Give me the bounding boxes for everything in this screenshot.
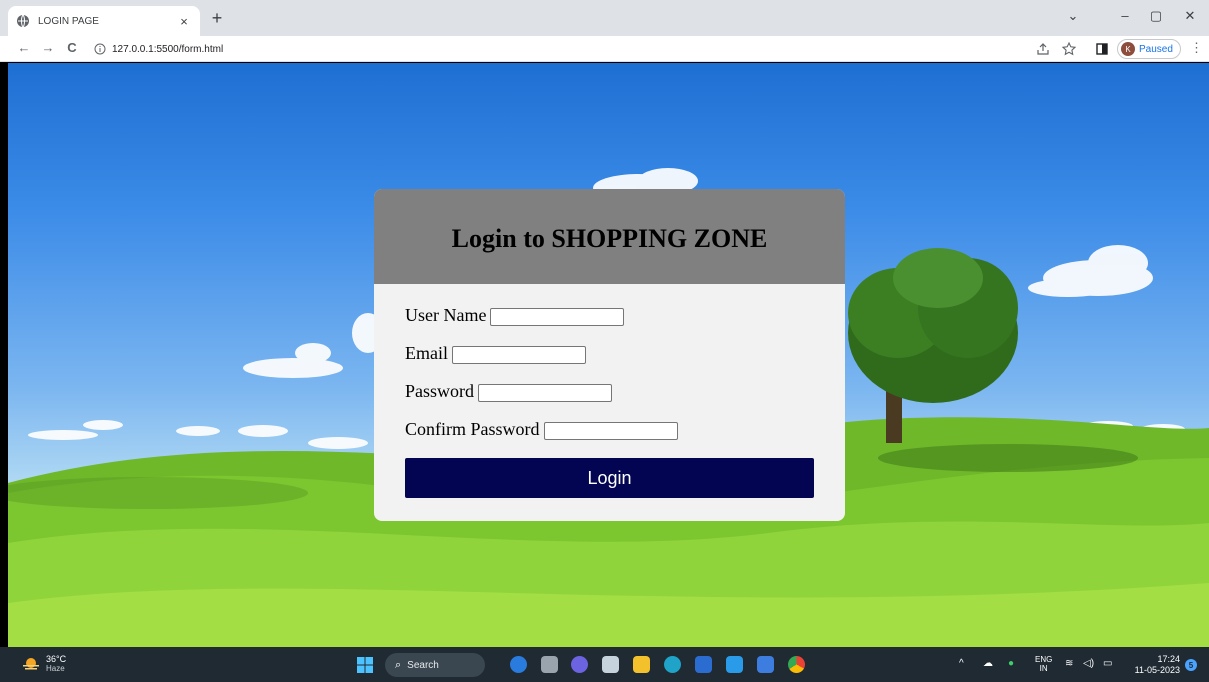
task-view-icon[interactable]: [541, 656, 558, 673]
windows-start-icon[interactable]: [357, 657, 373, 673]
confirm-password-label: Confirm Password: [405, 418, 540, 439]
info-icon[interactable]: [94, 43, 106, 55]
share-icon[interactable]: [1035, 41, 1051, 57]
minimize-button[interactable]: –: [1115, 8, 1135, 23]
url-text: 127.0.0.1:5500/form.html: [112, 43, 224, 55]
close-window-button[interactable]: ✕: [1180, 8, 1200, 24]
profile-status: Paused: [1139, 43, 1173, 55]
battery-icon[interactable]: ▭: [1103, 658, 1112, 670]
haze-sun-icon: [23, 658, 39, 670]
bookmark-star-icon[interactable]: [1061, 41, 1077, 57]
file-explorer-icon[interactable]: [633, 656, 650, 673]
login-form: User Name Email Password Confirm Passwor…: [374, 284, 845, 498]
onedrive-cloud-icon[interactable]: ☁: [983, 658, 993, 670]
password-label: Password: [405, 380, 475, 401]
browser-tab[interactable]: LOGIN PAGE ×: [8, 6, 200, 36]
weather-condition: Haze: [46, 664, 65, 673]
password-row: Password: [405, 372, 814, 410]
side-panel-icon[interactable]: [1094, 41, 1110, 57]
login-header: Login to SHOPPING ZONE: [374, 189, 845, 284]
word-app-icon[interactable]: [695, 656, 712, 673]
vscode-app-icon[interactable]: [726, 656, 743, 673]
username-input[interactable]: [490, 308, 625, 326]
login-button[interactable]: Login: [405, 458, 814, 498]
page-title: Login to SHOPPING ZONE: [451, 223, 768, 253]
confirm-password-row: Confirm Password: [405, 410, 814, 448]
back-button[interactable]: ←: [16, 40, 32, 56]
chrome-app-icon[interactable]: [788, 656, 805, 673]
tab-title: LOGIN PAGE: [38, 15, 99, 27]
clock-date: 11-05-2023: [1134, 665, 1180, 675]
tab-strip: LOGIN PAGE × + ⌄ – ▢ ✕: [0, 0, 1209, 36]
bing-app-icon[interactable]: [510, 656, 527, 673]
taskbar-clock[interactable]: 17:24 11-05-2023: [1128, 654, 1180, 676]
email-label: Email: [405, 342, 448, 363]
globe-icon: [17, 14, 29, 28]
page-viewport: Login to SHOPPING ZONE User Name Email P…: [8, 63, 1209, 647]
profile-button[interactable]: K Paused: [1117, 39, 1181, 59]
login-card: Login to SHOPPING ZONE User Name Email P…: [374, 189, 845, 521]
tab-search-icon[interactable]: ⌄: [1063, 8, 1083, 24]
taskbar: 36°C Haze ⌕ Search ^ ☁ ● ENG IN ≋ ◁) ▭ 1…: [0, 647, 1209, 682]
username-row: User Name: [405, 296, 814, 334]
edge-browser-icon[interactable]: [664, 656, 681, 673]
notepad-app-icon[interactable]: [757, 656, 774, 673]
notification-badge[interactable]: 5: [1185, 659, 1197, 671]
new-tab-button[interactable]: +: [207, 9, 227, 27]
search-label: Search: [407, 659, 439, 671]
confirm-password-input[interactable]: [543, 422, 678, 440]
volume-icon[interactable]: ◁): [1083, 658, 1094, 670]
address-bar[interactable]: 127.0.0.1:5500/form.html: [94, 39, 1026, 59]
email-row: Email: [405, 334, 814, 372]
tab-close-icon[interactable]: ×: [176, 14, 192, 29]
username-label: User Name: [405, 304, 487, 325]
reload-button[interactable]: C: [64, 40, 80, 56]
search-icon: ⌕: [395, 658, 402, 671]
security-shield-icon[interactable]: ●: [1008, 658, 1014, 670]
password-input[interactable]: [478, 384, 613, 402]
weather-widget[interactable]: 36°C Haze: [22, 655, 66, 673]
teams-chat-icon[interactable]: [571, 656, 588, 673]
restore-button[interactable]: ▢: [1146, 8, 1166, 24]
taskbar-search[interactable]: ⌕ Search: [385, 653, 485, 677]
wifi-icon[interactable]: ≋: [1065, 658, 1073, 670]
language-bottom: IN: [1039, 664, 1048, 673]
language-indicator[interactable]: ENG IN: [1035, 655, 1052, 673]
show-hidden-icons-icon[interactable]: ^: [959, 658, 964, 670]
forward-button[interactable]: →: [40, 40, 56, 56]
clock-time: 17:24: [1157, 654, 1180, 664]
language-top: ENG: [1035, 655, 1053, 664]
email-input[interactable]: [452, 346, 586, 364]
weather-temp: 36°C: [46, 654, 67, 664]
store-app-icon[interactable]: [602, 656, 619, 673]
avatar: K: [1121, 42, 1135, 56]
browser-toolbar: ← → C 127.0.0.1:5500/form.html K Paused …: [0, 36, 1209, 62]
menu-icon[interactable]: ⋮: [1190, 41, 1203, 55]
